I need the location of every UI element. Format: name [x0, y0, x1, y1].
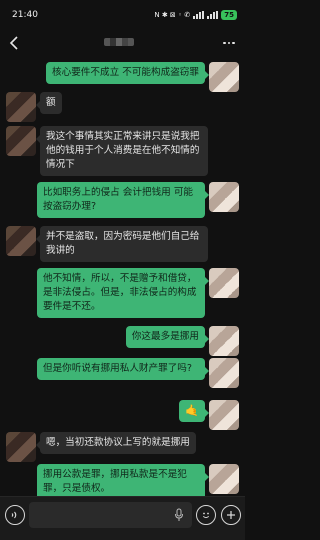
plus-icon [227, 511, 235, 519]
message-bubble[interactable]: 他不知情，所以，不是赠予和借贷，是非法侵占。但是，非法侵占的构成要件是不还。 [37, 268, 209, 318]
voice-button[interactable] [5, 505, 25, 525]
status-time: 21:40 [12, 10, 38, 20]
emoji-icon [202, 512, 210, 519]
self-avatar[interactable] [209, 268, 239, 298]
contact-avatar[interactable] [6, 92, 36, 122]
message-bubble[interactable]: 但是你听说有挪用私人财产罪了吗? [37, 358, 209, 380]
contact-avatar[interactable] [6, 126, 36, 156]
chat-messages[interactable]: 核心要件不成立 不可能构成盗窃罪 额 我这个事情其实正常来讲只是说我把他的钱用于… [0, 56, 245, 496]
battery-indicator: 75 [221, 10, 237, 20]
message-bubble[interactable]: 比如职务上的侵占 会计把钱用 可能按盗窃办理? [37, 182, 209, 218]
signal-icon [193, 11, 205, 19]
emoji-button[interactable] [196, 505, 216, 525]
message-bubble[interactable]: 额 [36, 92, 62, 114]
status-indicators-group: N ✱ ⊠ ◦ ✆ 75 [154, 10, 237, 20]
self-avatar[interactable] [209, 464, 239, 494]
self-avatar[interactable] [209, 62, 239, 92]
self-avatar[interactable] [209, 400, 239, 430]
contact-avatar[interactable] [6, 226, 36, 256]
more-dots-icon[interactable] [221, 34, 237, 52]
message-bubble[interactable]: 核心要件不成立 不可能构成盗窃罪 [46, 62, 209, 84]
message-input[interactable] [29, 502, 192, 528]
mic-icon[interactable] [174, 508, 184, 522]
self-avatar[interactable] [209, 358, 239, 388]
input-bar [0, 496, 245, 540]
status-indicators: N ✱ ⊠ ◦ ✆ [154, 11, 191, 19]
back-arrow-icon[interactable] [8, 34, 22, 52]
status-bar: 21:40 N ✱ ⊠ ◦ ✆ 75 [0, 0, 245, 30]
message-bubble[interactable]: 并不是盗取，因为密码是他们自己给我讲的 [36, 226, 208, 262]
contact-name [104, 38, 134, 46]
contact-avatar[interactable] [6, 432, 36, 462]
self-avatar[interactable] [209, 326, 239, 356]
self-avatar[interactable] [209, 182, 239, 212]
message-bubble[interactable]: 你这最多是挪用 [125, 326, 210, 348]
message-bubble[interactable]: 挪用公款是罪，挪用私款是不是犯罪，只是债权。 [37, 464, 209, 496]
plus-button[interactable] [221, 505, 241, 525]
message-bubble[interactable]: 嗯，当初还款协议上写的就是挪用 [36, 432, 196, 454]
message-bubble[interactable]: 我这个事情其实正常来讲只是说我把他的钱用于个人消费是在他不知情的情况下 [36, 126, 208, 176]
message-bubble[interactable]: 🤙 [179, 400, 209, 422]
voice-icon [11, 511, 17, 519]
chat-header [0, 30, 245, 56]
signal-icon-2 [207, 11, 219, 19]
